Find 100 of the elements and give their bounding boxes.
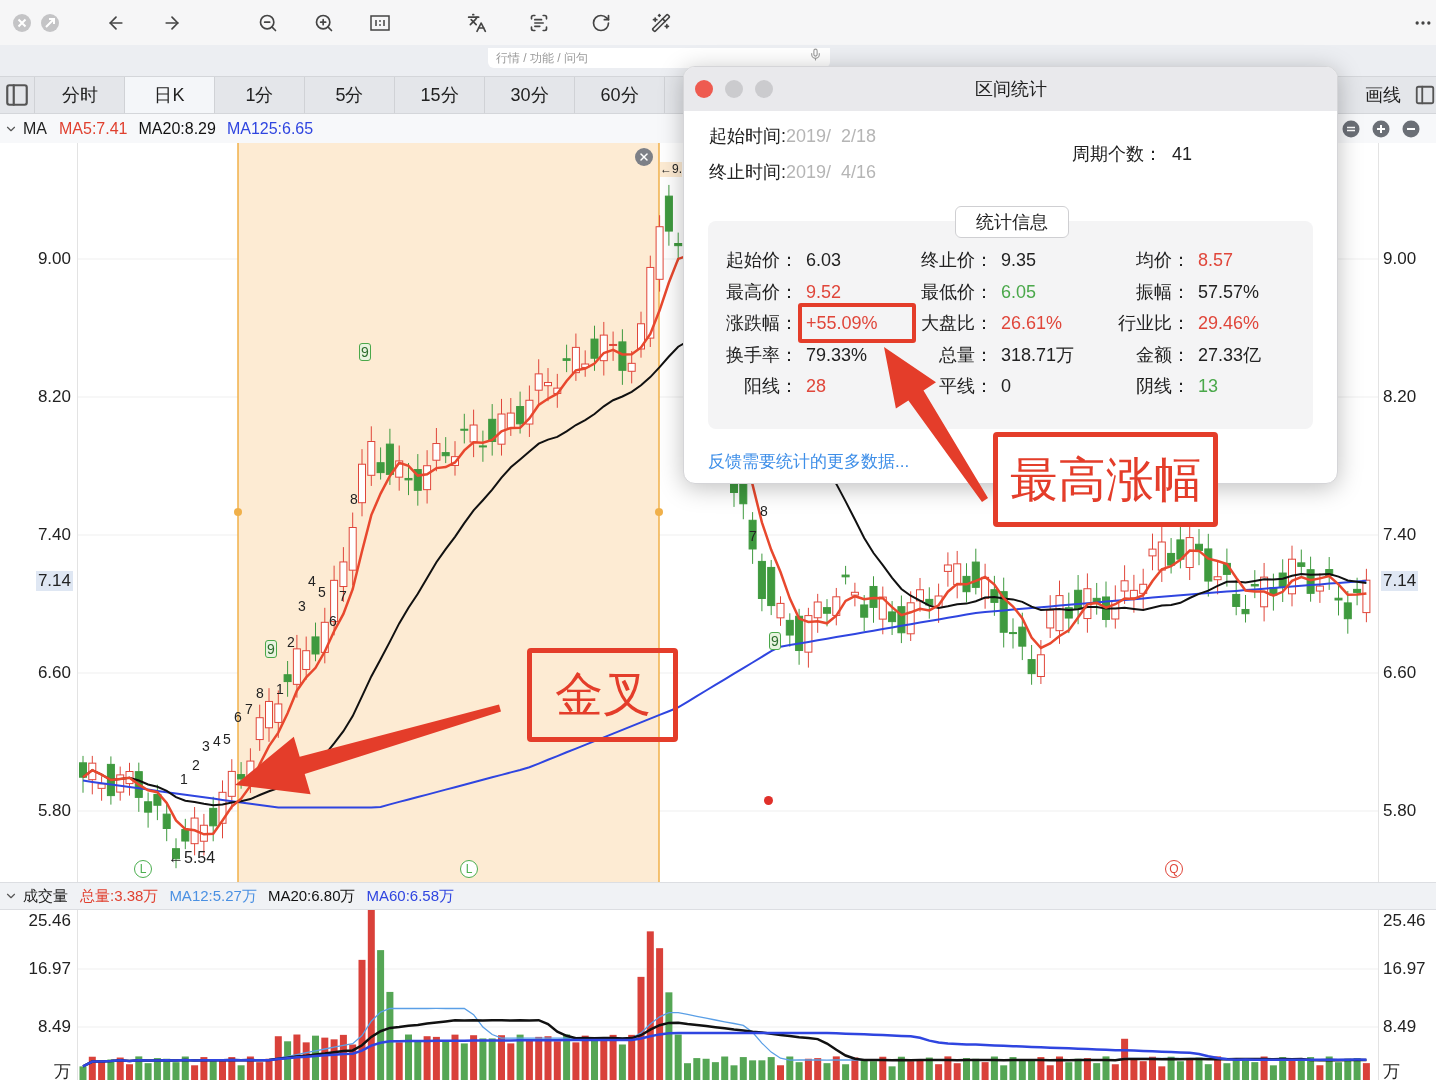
stat-label: 平线： <box>938 375 993 398</box>
stat-value: 27.33亿 <box>1198 343 1262 367</box>
count-mark: 8 <box>349 491 359 507</box>
stat-value: 79.33% <box>806 343 868 367</box>
price-axis-label: 9.00 <box>1382 249 1418 269</box>
stat-label: 行业比： <box>1117 312 1190 335</box>
volume-axis-label: 16.97 <box>1383 959 1426 979</box>
price-axis-label: 8.20 <box>36 387 72 407</box>
stat-label: 大盘比： <box>920 312 993 335</box>
stat-value: 9.35 <box>1001 249 1037 272</box>
stat-label: 最低价： <box>920 280 993 304</box>
count-mark: 4 <box>212 733 222 749</box>
field-label: 起始时间: <box>709 125 786 148</box>
stat-label: 均价： <box>1135 249 1190 272</box>
volume-ma-value: MA60:6.58万 <box>366 885 454 906</box>
field-label: 终止时间: <box>709 161 786 184</box>
count-mark: 2 <box>191 757 201 773</box>
stat-value: 26.61% <box>1001 312 1063 335</box>
price-axis-label: 7.40 <box>1382 525 1418 545</box>
count-mark: 8 <box>255 685 265 701</box>
stat-value: +55.09% <box>806 312 878 335</box>
stat-label: 振幅： <box>1135 280 1190 304</box>
count-mark: 3 <box>297 598 307 614</box>
field-label: 周期个数： <box>1071 143 1162 166</box>
signal-mark: Q <box>1165 860 1183 878</box>
volume-axis-label: 25.46 <box>1383 911 1426 931</box>
ma-value: MA20:8.29 <box>138 118 216 139</box>
price-axis-label: 6.60 <box>1382 663 1418 683</box>
draw-line-button[interactable]: 画线 <box>1358 77 1408 113</box>
dialog-title: 区间统计 <box>974 77 1047 101</box>
period-count: 41 <box>1171 143 1192 166</box>
stat-value: 29.46% <box>1198 312 1260 335</box>
volume-axis-label: 万 <box>1383 1062 1400 1080</box>
zoom-out-icon[interactable] <box>258 12 278 33</box>
price-axis-label: 7.14 <box>35 571 73 591</box>
count-mark: 9 <box>265 640 277 658</box>
legend-title: 成交量 <box>23 885 68 906</box>
stat-value: 6.05 <box>1001 280 1037 304</box>
search-field[interactable]: 行情 / 功能 / 问句 <box>488 48 830 68</box>
price-axis-label: 8.20 <box>1382 387 1418 407</box>
panel-icon[interactable] <box>1414 84 1436 106</box>
count-mark: 3 <box>201 738 211 754</box>
stat-value: 0 <box>1001 375 1011 398</box>
stat-label: 起始价： <box>725 249 798 272</box>
price-axis-label: 5.80 <box>1382 801 1418 821</box>
period-tab[interactable]: 日K <box>125 77 215 113</box>
stat-label: 总量： <box>938 343 993 367</box>
price-axis-label: 7.14 <box>1381 571 1419 591</box>
translate-icon[interactable] <box>467 12 487 33</box>
count-mark: 7 <box>244 701 254 717</box>
annotation-box: 金叉 <box>527 648 678 742</box>
zoom-in-icon[interactable] <box>314 12 334 33</box>
high-price-label: ←9. <box>660 162 682 177</box>
ma-value: MA5:7.41 <box>59 118 128 139</box>
stat-value: 318.71万 <box>1001 343 1075 367</box>
stat-value: 6.03 <box>806 249 842 272</box>
equal-circle-icon[interactable] <box>1342 119 1360 138</box>
stat-value: 57.57% <box>1198 280 1260 304</box>
volume-axis-label: 16.97 <box>28 959 71 979</box>
count-mark: 9 <box>769 632 781 650</box>
stat-label: 终止价： <box>920 249 993 272</box>
close-window-button[interactable] <box>695 80 713 98</box>
volume-ma-value: MA20:6.80万 <box>267 885 356 906</box>
magic-wand-icon[interactable] <box>651 12 671 33</box>
count-mark: 5 <box>317 584 327 600</box>
count-mark: 4 <box>307 573 317 589</box>
volume-axis-label: 8.49 <box>1383 1017 1417 1037</box>
price-axis-label: 6.60 <box>36 663 72 683</box>
volume-ma-value: MA12:5.27万 <box>169 885 257 906</box>
date-value: 2019/ 2/18 <box>786 125 877 148</box>
stat-label: 金额： <box>1135 343 1190 367</box>
volume-axis-label: 8.49 <box>37 1017 71 1037</box>
actual-size-icon[interactable] <box>370 12 390 33</box>
text-scan-icon[interactable] <box>529 12 549 33</box>
plus-circle-icon[interactable] <box>1372 119 1390 138</box>
count-mark: 6 <box>233 709 243 725</box>
stat-value: 28 <box>806 375 827 398</box>
signal-mark: L <box>134 860 152 878</box>
low-price-label: ←5.54 <box>168 848 216 868</box>
stat-value: 8.57 <box>1198 249 1234 272</box>
price-axis-label: 7.40 <box>36 525 72 545</box>
rotate-icon[interactable] <box>591 12 611 33</box>
legend-title: MA <box>23 118 47 139</box>
price-axis-label: 5.80 <box>36 801 72 821</box>
range-selection[interactable] <box>234 143 663 882</box>
count-mark: 7 <box>748 528 758 544</box>
minus-circle-icon[interactable] <box>1402 119 1420 138</box>
microphone-icon[interactable] <box>809 48 822 61</box>
stat-label: 换手率： <box>725 343 798 367</box>
count-mark: 1 <box>179 771 189 787</box>
count-mark: 2 <box>286 634 296 650</box>
stat-label: 涨跌幅： <box>725 312 798 335</box>
volume-ma-value: 总量:3.38万 <box>80 885 159 906</box>
stat-value: 9.52 <box>806 280 842 304</box>
count-mark: 8 <box>759 503 769 519</box>
stat-value: 13 <box>1198 375 1219 398</box>
count-mark: 5 <box>222 731 232 747</box>
sidebar-toggle-icon[interactable] <box>4 82 30 108</box>
date-value: 2019/ 4/16 <box>786 161 877 184</box>
count-mark: 9 <box>359 343 371 361</box>
